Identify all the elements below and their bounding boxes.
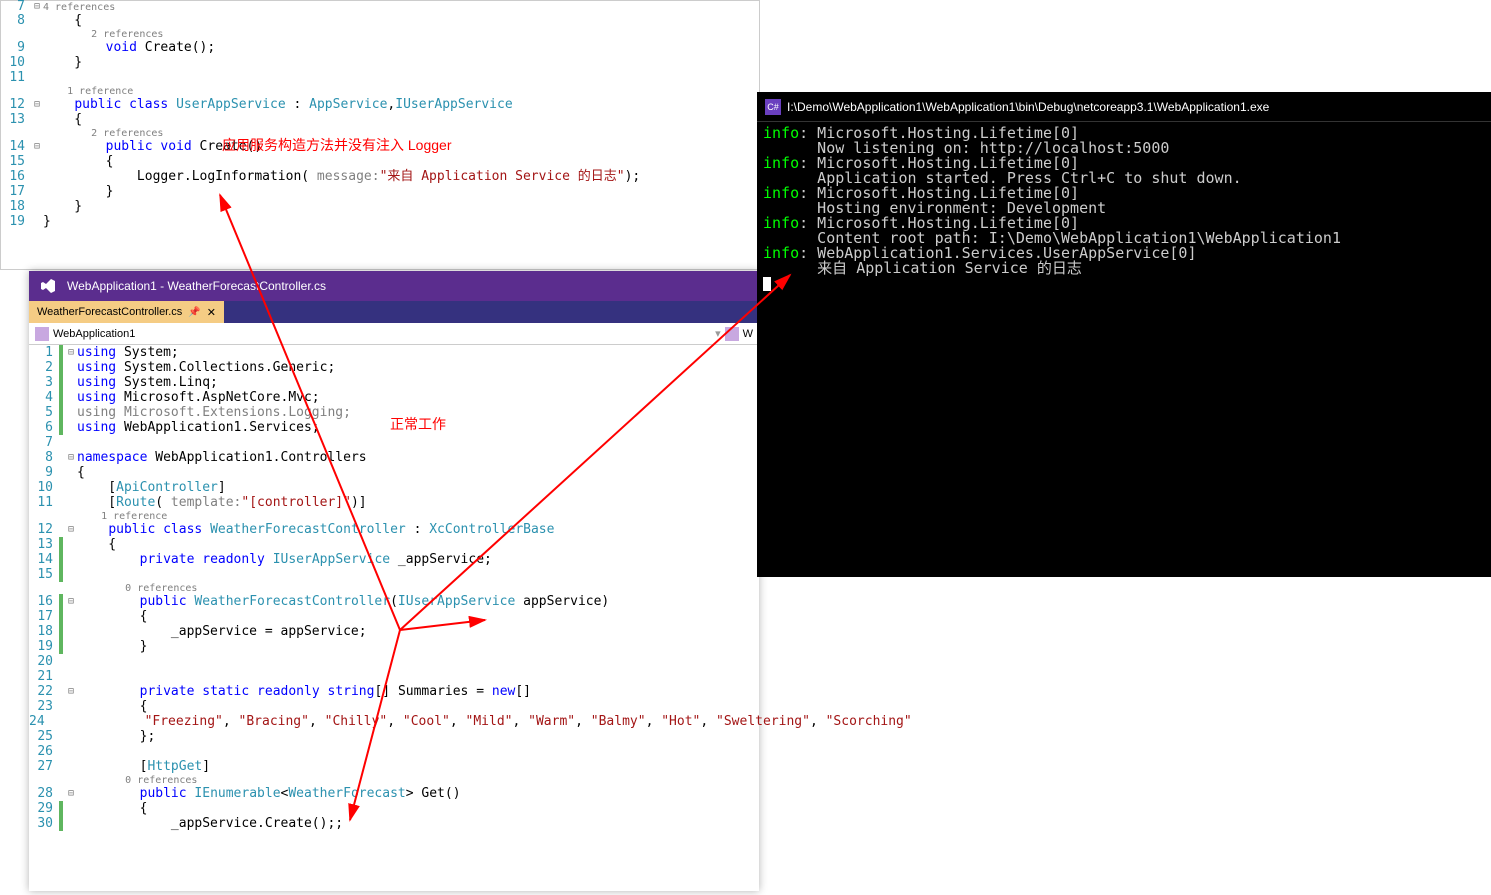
vs-titlebar[interactable]: WebApplication1 - WeatherForecastControl…	[29, 271, 759, 301]
tab-bar: WeatherForecastController.cs 📌 ✕	[29, 301, 759, 323]
tab-label: WeatherForecastController.cs	[37, 306, 182, 318]
project-dropdown[interactable]: WebApplication1	[35, 327, 135, 341]
member-dropdown[interactable]: ▾ W	[715, 327, 753, 341]
pin-icon[interactable]: 📌	[188, 307, 200, 318]
file-tab[interactable]: WeatherForecastController.cs 📌 ✕	[29, 301, 224, 323]
console-window: C# I:\Demo\WebApplication1\WebApplicatio…	[757, 92, 1491, 577]
console-icon: C#	[765, 99, 781, 115]
navigation-bar: WebApplication1 ▾ W	[29, 323, 759, 345]
annotation-no-logger: 应用服务构造方法并没有注入 Logger	[222, 135, 451, 155]
close-icon[interactable]: ✕	[207, 306, 216, 319]
console-titlebar[interactable]: C# I:\Demo\WebApplication1\WebApplicatio…	[757, 92, 1491, 122]
annotation-works: 正常工作	[390, 414, 446, 434]
csharp-icon	[35, 327, 49, 341]
vs-title-text: WebApplication1 - WeatherForecastControl…	[67, 279, 326, 293]
console-output[interactable]: info: Microsoft.Hosting.Lifetime[0] Now …	[757, 122, 1491, 295]
vs-logo-icon	[39, 277, 57, 295]
visual-studio-window: WebApplication1 - WeatherForecastControl…	[29, 271, 759, 891]
method-icon	[725, 327, 739, 341]
console-title-text: I:\Demo\WebApplication1\WebApplication1\…	[787, 100, 1269, 114]
